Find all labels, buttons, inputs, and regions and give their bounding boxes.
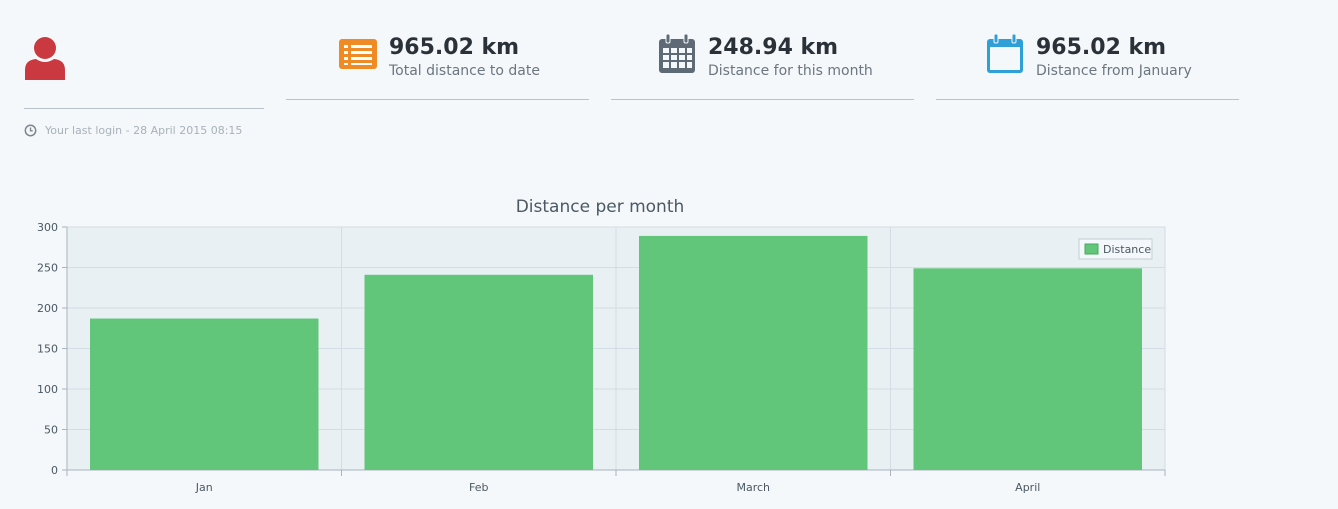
legend-swatch [1084, 243, 1099, 255]
user-avatar-icon[interactable] [24, 36, 66, 80]
last-login: Your last login - 28 April 2015 08:15 [24, 124, 242, 137]
x-tick-label: Jan [195, 481, 213, 494]
bar-jan [90, 318, 319, 470]
calendar-blank-icon [987, 34, 1023, 73]
chart-title: Distance per month [516, 197, 685, 217]
stat-value: 248.94 km [708, 35, 839, 60]
list-icon [339, 39, 377, 69]
clock-icon [24, 124, 37, 137]
legend-label: Distance [1103, 243, 1151, 256]
stat-value: 965.02 km [389, 35, 520, 60]
calendar-icon [659, 34, 695, 73]
y-tick-label: 150 [37, 343, 58, 356]
y-tick-label: 50 [44, 424, 58, 437]
distance-chart-svg: Distance per month 0 50 100 150 200 250 300 Jan F… [37, 197, 1166, 494]
y-tick-label: 250 [37, 262, 58, 275]
y-tick-label: 200 [37, 302, 58, 315]
divider [286, 99, 589, 100]
y-tick-label: 300 [37, 221, 58, 234]
x-tick-label: Feb [469, 481, 488, 494]
divider [936, 99, 1239, 100]
bar-march [639, 235, 868, 470]
stat-label: Distance for this month [708, 63, 873, 79]
divider [24, 108, 264, 109]
divider [611, 99, 914, 100]
y-tick-label: 0 [51, 464, 58, 477]
stat-value: 965.02 km [1036, 35, 1167, 60]
bar-april [913, 268, 1142, 470]
x-tick-label: April [1015, 481, 1040, 494]
y-tick-label: 100 [37, 383, 58, 396]
distance-chart: Distance per month 0 50 100 150 200 250 300 Jan F… [0, 190, 1338, 509]
stat-label: Total distance to date [389, 63, 540, 79]
last-login-text: Your last login - 28 April 2015 08:15 [45, 124, 243, 137]
bar-feb [364, 274, 593, 470]
stat-label: Distance from January [1036, 63, 1192, 79]
x-tick-label: March [736, 481, 770, 494]
